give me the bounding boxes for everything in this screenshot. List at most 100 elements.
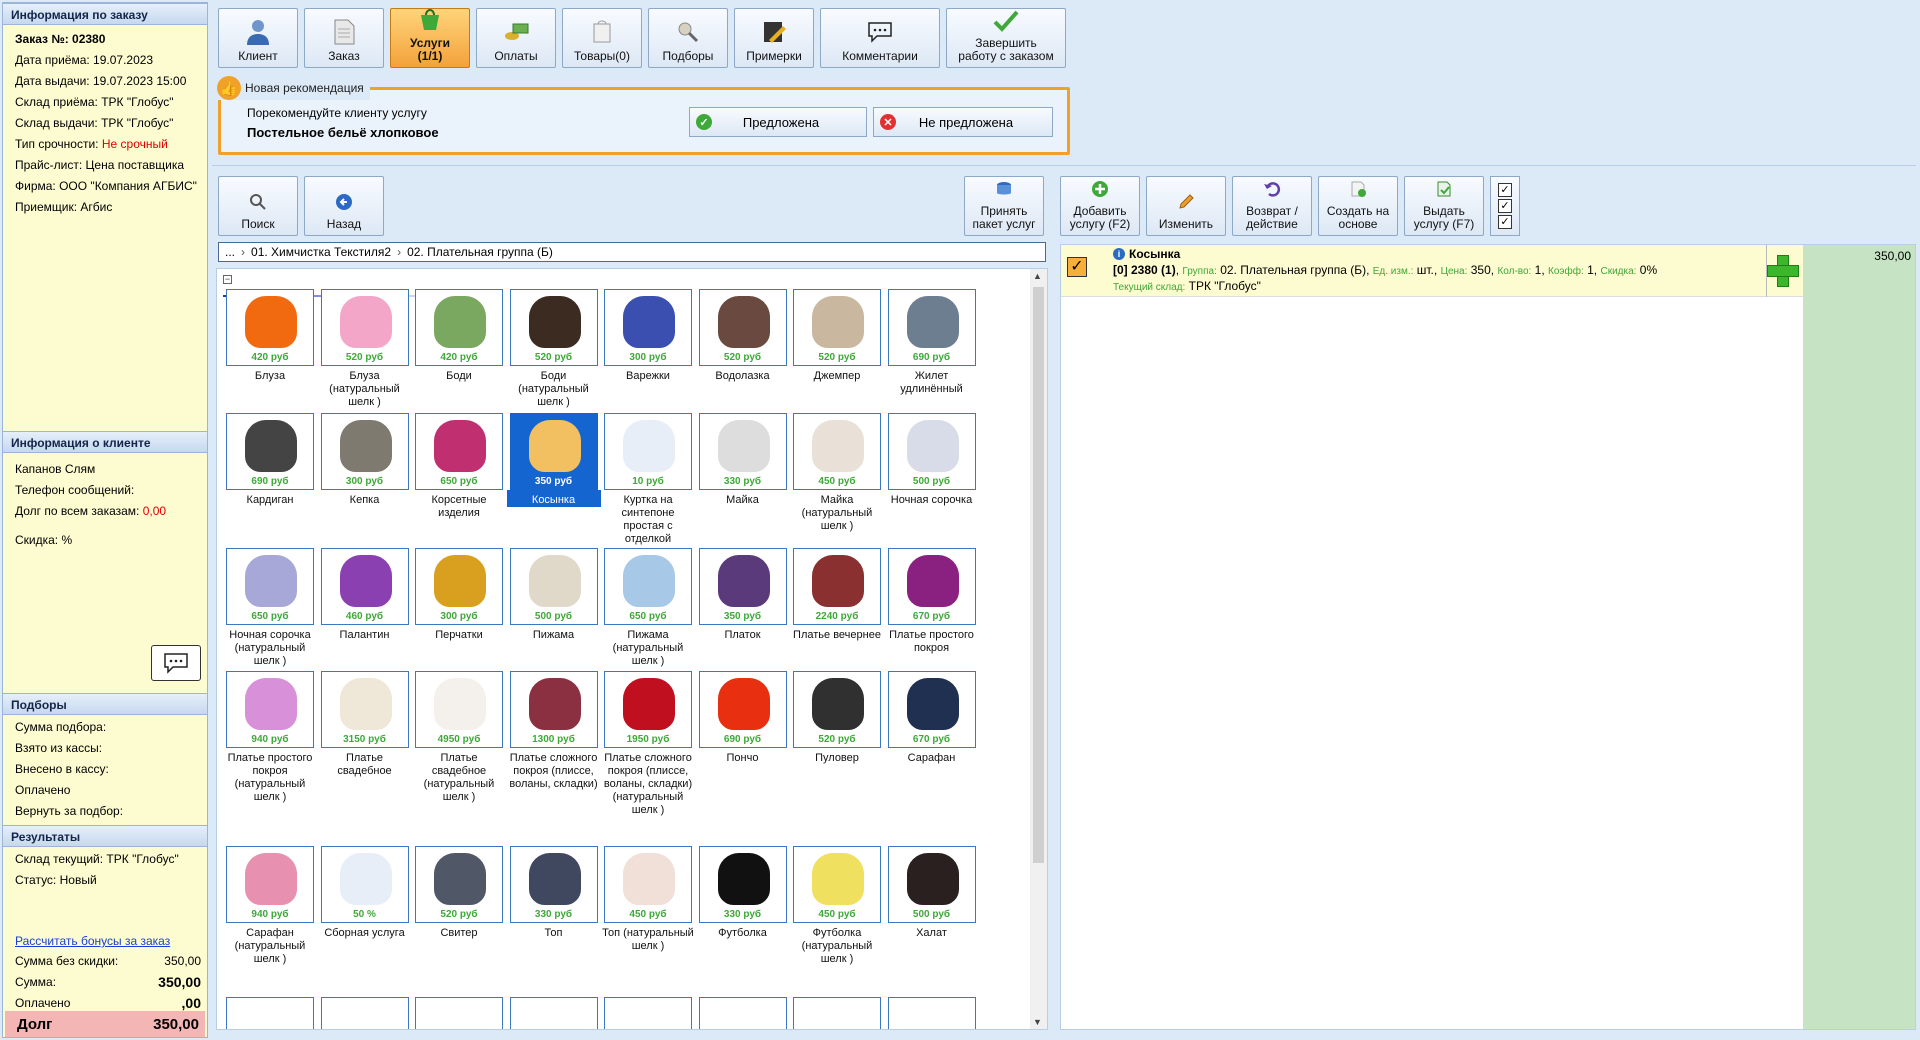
- garment-icon: [245, 555, 297, 607]
- catalog-tile[interactable]: 520 руб Блуза (натуральный шелк ): [318, 289, 412, 409]
- catalog-tile[interactable]: 670 руб Платье простого покроя: [885, 548, 979, 655]
- chevron-right-icon: ›: [241, 245, 246, 259]
- return-action-button[interactable]: Возврат / действие: [1232, 176, 1312, 236]
- create-based-button[interactable]: Создать на основе: [1318, 176, 1398, 236]
- scrollbar-thumb[interactable]: [1033, 287, 1044, 863]
- catalog-tile[interactable]: 690 руб Кардиган: [223, 413, 317, 507]
- catalog-tile[interactable]: 2240 руб Платье вечернее: [790, 548, 884, 642]
- catalog-tile[interactable]: 650 руб Корсетные изделия: [412, 413, 506, 520]
- catalog-tile[interactable]: 500 руб Халат: [885, 846, 979, 940]
- tab-payments[interactable]: Оплаты: [476, 8, 556, 68]
- catalog-tile[interactable]: 300 руб Варежки: [601, 289, 695, 383]
- catalog-tile[interactable]: 300 руб Кепка: [318, 413, 412, 507]
- catalog-tile[interactable]: 330 руб Футболка: [696, 846, 790, 940]
- catalog-tile[interactable]: 450 руб Майка (натуральный шелк ): [790, 413, 884, 533]
- catalog-tile[interactable]: 350 руб Косынка: [506, 413, 601, 507]
- back-button[interactable]: Назад: [304, 176, 384, 236]
- catalog-tile[interactable]: 520 руб Водолазка: [696, 289, 790, 383]
- offered-button[interactable]: ✓ Предложена: [689, 107, 867, 137]
- tab-services[interactable]: Услуги (1/1): [390, 8, 470, 68]
- order-info-header: Информация по заказу: [3, 3, 207, 25]
- catalog-scrollbar[interactable]: ▲ ▼: [1030, 269, 1047, 1029]
- catalog-tile[interactable]: 520 руб Боди (натуральный шелк ): [507, 289, 601, 409]
- catalog-tile[interactable]: [601, 997, 695, 1029]
- plus-icon[interactable]: [1767, 255, 1799, 287]
- tab-fittings[interactable]: Примерки: [734, 8, 814, 68]
- catalog-tile[interactable]: [885, 997, 979, 1029]
- order-item-row[interactable]: ✓ i Косынка [0] 2380 (1), Группа: 02. Пла…: [1061, 245, 1803, 297]
- catalog-tile[interactable]: [223, 997, 317, 1029]
- finish-order-button[interactable]: Завершить работу с заказом: [946, 8, 1066, 68]
- urgency-value: Не срочный: [101, 137, 168, 151]
- plus-circle-icon: [1090, 179, 1110, 199]
- collapse-icon[interactable]: −: [223, 275, 232, 284]
- issue-date: Дата выдачи: 19.07.2023 15:00: [15, 74, 187, 88]
- catalog-tile[interactable]: 330 руб Топ: [507, 846, 601, 940]
- chat-button[interactable]: [151, 645, 201, 681]
- catalog-tile[interactable]: 520 руб Свитер: [412, 846, 506, 940]
- catalog-tile[interactable]: 450 руб Топ (натуральный шелк ): [601, 846, 695, 953]
- catalog-tile[interactable]: 420 руб Блуза: [223, 289, 317, 383]
- search-button[interactable]: Поиск: [218, 176, 298, 236]
- catalog-tile[interactable]: 650 руб Пижама (натуральный шелк ): [601, 548, 695, 668]
- discount-label: Скидка:: [1600, 266, 1637, 277]
- catalog-tile[interactable]: 520 руб Джемпер: [790, 289, 884, 383]
- order-item-title: i Косынка: [1113, 247, 1180, 261]
- tile-label: Платье простого покроя: [889, 629, 974, 654]
- catalog-tile[interactable]: 1300 руб Платье сложного покроя (плиссе, …: [507, 671, 601, 791]
- catalog-tile[interactable]: 670 руб Сарафан: [885, 671, 979, 765]
- catalog-tile[interactable]: 50 % Сборная услуга: [318, 846, 412, 940]
- tile-label: Платье простого покроя (натуральный шелк…: [227, 752, 313, 803]
- goods-icon: [588, 18, 616, 46]
- catalog-tile[interactable]: 940 руб Платье простого покроя (натуральн…: [223, 671, 317, 804]
- item-checkbox[interactable]: ✓: [1067, 257, 1087, 277]
- catalog-tile[interactable]: 520 руб Пуловер: [790, 671, 884, 765]
- scroll-down-icon[interactable]: ▼: [1033, 1017, 1042, 1027]
- select-all-button[interactable]: ✓ ✓ ✓: [1490, 176, 1520, 236]
- catalog-tile[interactable]: 940 руб Сарафан (натуральный шелк ): [223, 846, 317, 966]
- catalog-tile[interactable]: 300 руб Перчатки: [412, 548, 506, 642]
- catalog-tile[interactable]: 350 руб Платок: [696, 548, 790, 642]
- catalog-tile[interactable]: [412, 997, 506, 1029]
- tile-label: Пончо: [726, 752, 759, 764]
- not-offered-button[interactable]: ✕ Не предложена: [873, 107, 1053, 137]
- tile-image-box: 450 руб: [793, 846, 881, 923]
- tile-image-box: 520 руб: [793, 289, 881, 366]
- issue-icon: [1434, 179, 1454, 199]
- tab-order[interactable]: Заказ: [304, 8, 384, 68]
- scroll-up-icon[interactable]: ▲: [1033, 271, 1042, 281]
- tile-image-box: 500 руб: [887, 846, 976, 923]
- calculate-bonus-link[interactable]: Рассчитать бонусы за заказ: [3, 931, 207, 951]
- catalog-tile[interactable]: 500 руб Ночная сорочка: [885, 413, 979, 507]
- tab-comments[interactable]: Комментарии: [820, 8, 940, 68]
- catalog-tile[interactable]: 500 руб Пижама: [507, 548, 601, 642]
- catalog-tile[interactable]: 690 руб Жилет удлинённый: [885, 289, 979, 396]
- catalog-tile[interactable]: 450 руб Футболка (натуральный шелк ): [790, 846, 884, 966]
- catalog-tile[interactable]: [507, 997, 601, 1029]
- add-service-button[interactable]: Добавить услугу (F2): [1060, 176, 1140, 236]
- catalog-tile[interactable]: [696, 997, 790, 1029]
- breadcrumb-item[interactable]: 01. Химчистка Текстиля2: [251, 245, 391, 259]
- breadcrumb-item[interactable]: ...: [225, 245, 235, 259]
- catalog-tile[interactable]: 3150 руб Платье свадебное: [318, 671, 412, 778]
- catalog-tile[interactable]: 1950 руб Платье сложного покроя (плиссе, …: [601, 671, 695, 817]
- tab-client[interactable]: Клиент: [218, 8, 298, 68]
- tile-image-box: 330 руб: [509, 846, 598, 923]
- accept-package-button[interactable]: Принять пакет услуг: [964, 176, 1044, 236]
- accept-package-label: Принять пакет услуг: [972, 204, 1036, 231]
- catalog-tile[interactable]: 460 руб Палантин: [318, 548, 412, 642]
- edit-button[interactable]: Изменить: [1146, 176, 1226, 236]
- tab-selections[interactable]: Подборы: [648, 8, 728, 68]
- issue-service-button[interactable]: Выдать услугу (F7): [1404, 176, 1484, 236]
- catalog-tile[interactable]: 330 руб Майка: [696, 413, 790, 507]
- tile-price: 520 руб: [818, 352, 856, 363]
- catalog-tile[interactable]: [318, 997, 412, 1029]
- catalog-tile[interactable]: 420 руб Боди: [412, 289, 506, 383]
- tab-goods[interactable]: Товары(0): [562, 8, 642, 68]
- breadcrumb-item[interactable]: 02. Плательная группа (Б): [407, 245, 553, 259]
- catalog-tile[interactable]: 690 руб Пончо: [696, 671, 790, 765]
- catalog-tile[interactable]: 10 руб Куртка на синтепоне простая с отде…: [601, 413, 695, 546]
- catalog-tile[interactable]: [790, 997, 884, 1029]
- catalog-tile[interactable]: 650 руб Ночная сорочка (натуральный шелк …: [223, 548, 317, 668]
- catalog-tile[interactable]: 4950 руб Платье свадебное (натуральный ше…: [412, 671, 506, 804]
